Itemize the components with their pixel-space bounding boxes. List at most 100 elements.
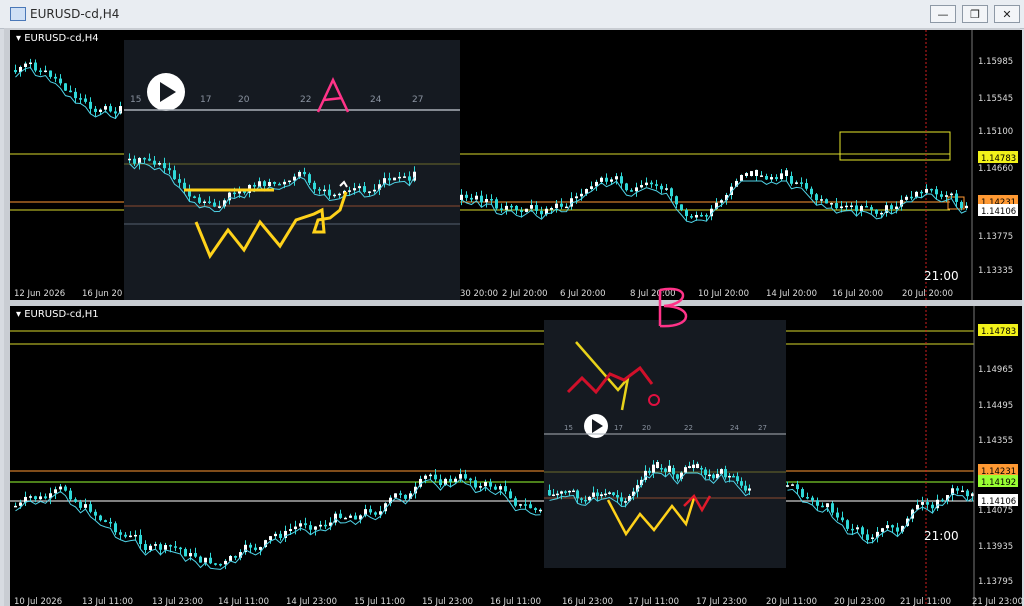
h4-candle <box>495 199 498 209</box>
h4-candle <box>520 210 523 212</box>
h4-candle <box>650 182 653 185</box>
h1-candle <box>289 529 292 531</box>
h4-candle <box>630 190 633 192</box>
h1-candle <box>224 560 227 565</box>
h4-candle <box>500 208 503 210</box>
h1-candle <box>279 533 282 538</box>
h4-candle <box>29 62 32 65</box>
video-a-candle <box>178 179 181 183</box>
h4-candle <box>575 196 578 199</box>
h4-time-label: 21:00 <box>924 269 959 283</box>
h4-candle <box>515 205 518 211</box>
video-b-candle <box>608 492 611 494</box>
h4-candle <box>810 188 813 195</box>
h4-candle <box>99 109 102 112</box>
video-b-candle <box>660 468 663 470</box>
h1-candle <box>861 527 864 535</box>
h1-candle <box>109 521 112 524</box>
video-a-candle <box>168 168 171 171</box>
h1-candle <box>179 547 182 550</box>
video-b-candle <box>700 468 703 470</box>
h1-ma-line <box>15 478 541 570</box>
video-b-candle <box>652 464 655 473</box>
h1-candle <box>299 523 302 527</box>
h1-candle <box>494 486 497 490</box>
h1-candle <box>144 544 147 550</box>
video-a-candle <box>268 181 271 187</box>
h4-candle <box>880 212 883 215</box>
video-b-candle <box>740 481 743 486</box>
h4-candle <box>930 188 933 191</box>
video-a-candle <box>398 176 401 179</box>
h1-candle <box>189 553 192 557</box>
minimize-button[interactable]: — <box>930 5 956 23</box>
h1-candle <box>164 545 167 550</box>
video-b-candle <box>560 491 563 494</box>
video-a-candle <box>198 197 201 203</box>
video-b-day: 17 <box>614 424 623 432</box>
h4-candle <box>114 111 117 114</box>
video-b-day: 22 <box>684 424 693 432</box>
h1-candle <box>836 512 839 518</box>
video-a-ma-line <box>129 162 415 213</box>
h1-candle <box>119 532 122 535</box>
video-thumbnail-b[interactable]: 15 17 20 22 24 27 <box>544 320 786 568</box>
h1-y-tick: 1.13795 <box>978 577 1013 587</box>
h4-candle <box>34 62 37 71</box>
video-b-canvas[interactable]: 15 17 20 22 24 27 <box>544 320 786 568</box>
h4-candle <box>660 185 663 190</box>
h1-candle <box>44 496 47 499</box>
video-a-candle <box>193 196 196 198</box>
h4-candle <box>44 70 47 73</box>
video-b-candle <box>588 496 591 501</box>
h4-candle <box>915 191 918 197</box>
h4-candle <box>690 216 693 218</box>
h4-candle <box>655 184 658 186</box>
h4-candle <box>525 208 528 212</box>
close-button[interactable]: ✕ <box>994 5 1020 23</box>
h1-candle <box>29 496 32 498</box>
h1-chart-pane[interactable]: 1.14965 1.14495 1.14355 1.14192 1.14075 1.139… <box>10 306 1022 606</box>
h4-candle <box>905 196 908 200</box>
h4-candle <box>825 199 828 204</box>
video-a-candle <box>143 157 146 160</box>
h1-candle <box>811 497 814 501</box>
h1-candle <box>134 534 137 537</box>
h1-candle <box>786 485 789 487</box>
h4-candle <box>745 173 748 176</box>
h1-candle <box>234 556 237 558</box>
video-a-candle <box>393 177 396 181</box>
video-b-candle <box>672 468 675 475</box>
h4-candle <box>950 193 953 196</box>
h4-candle <box>620 176 623 184</box>
h4-chart-pane[interactable]: 1.159851.155451.151001.146601.142311.141… <box>10 30 1022 300</box>
h4-candle <box>800 182 803 184</box>
video-thumbnail-a[interactable]: 15 17 20 22 24 27 <box>124 40 460 300</box>
h4-candle <box>695 214 698 218</box>
h4-y-tick: 1.14660 <box>978 164 1013 174</box>
window-titlebar: EURUSD-cd,H4 — ❐ ✕ <box>0 0 1024 29</box>
h1-candle <box>791 484 794 486</box>
video-a-candle <box>183 182 186 189</box>
h1-chart-canvas[interactable]: 1.14965 1.14495 1.14355 1.14192 1.14075 1.139… <box>10 306 1022 606</box>
h1-candle <box>529 504 532 509</box>
h4-candle <box>840 206 843 209</box>
video-a-canvas[interactable]: 15 17 20 22 24 27 <box>124 40 460 300</box>
h1-candle <box>886 525 889 529</box>
h1-candle <box>474 480 477 488</box>
video-b-candle <box>548 490 551 496</box>
video-b-candle <box>736 476 739 482</box>
h1-candle <box>199 556 202 563</box>
h1-candle <box>499 486 502 490</box>
h1-candle <box>54 489 57 494</box>
h1-price-label: 1.14106 <box>981 497 1016 507</box>
h1-candle <box>104 520 107 522</box>
h1-x-tick: 21 Jul 11:00 <box>900 597 951 606</box>
h4-candle <box>680 204 683 210</box>
h4-candle <box>895 206 898 210</box>
video-b-candle <box>624 501 627 503</box>
h1-x-tick: 20 Jul 11:00 <box>766 597 817 606</box>
video-b-candle <box>576 490 579 499</box>
h1-candle <box>214 563 217 565</box>
restore-button[interactable]: ❐ <box>962 5 988 23</box>
